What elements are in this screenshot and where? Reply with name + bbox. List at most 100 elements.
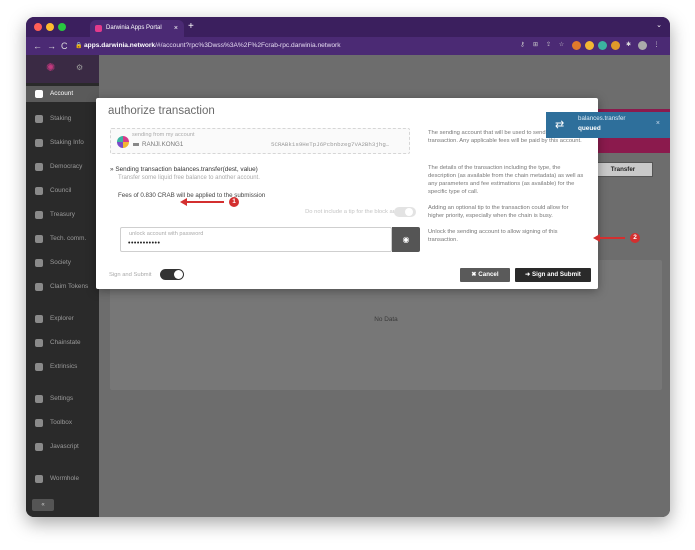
wrench-icon — [35, 419, 43, 427]
sync-icon — [35, 363, 43, 371]
sidebar-item-label: Treasury — [50, 211, 75, 218]
no-data-text: No Data — [374, 316, 398, 323]
lock-icon: 🔒 — [75, 43, 83, 49]
sidebar-item-staking[interactable]: Staking — [26, 111, 99, 127]
sidebar-item-label: Society — [50, 259, 71, 266]
sidebar-item-label: Settings — [50, 395, 74, 402]
sidebar-item-label: Explorer — [50, 315, 74, 322]
gem-icon — [35, 211, 43, 219]
address-bar: ← → C 🔒 apps.darwinia.network/#/account?… — [26, 37, 670, 55]
sitemap-icon — [35, 475, 43, 483]
sidebar-item-label: Javascript — [50, 443, 79, 450]
close-window-button[interactable] — [34, 23, 42, 31]
darwinia-favicon-icon — [95, 25, 102, 32]
tip-toggle-label: Do not include a tip for the block autho… — [305, 209, 406, 215]
menu-kebab-icon[interactable]: ⋮ — [652, 41, 661, 50]
tab-close-icon[interactable]: × — [174, 20, 178, 37]
sidebar-item-democracy[interactable]: Democracy — [26, 159, 99, 175]
url-field[interactable]: apps.darwinia.network/#/account?rpc%3Dws… — [84, 40, 341, 52]
extension-wallet-icon[interactable] — [585, 41, 594, 50]
browser-window: Darwinia Apps Portal × + ⌄ ← → C 🔒 apps.… — [26, 17, 670, 517]
sidebar-item-tech-comm[interactable]: Tech. comm. — [26, 231, 99, 247]
sidebar-item-label: Staking — [50, 115, 72, 122]
bookmark-star-icon[interactable]: ☆ — [557, 41, 566, 50]
transaction-title[interactable]: » Sending transaction balances.transfer(… — [110, 166, 258, 173]
sidebar-item-label: Account — [50, 90, 74, 97]
maximize-window-button[interactable] — [58, 23, 66, 31]
sidebar-item-chainstate[interactable]: Chainstate — [26, 335, 99, 351]
sidebar-settings-icon[interactable]: ⚙ — [76, 63, 83, 72]
sending-account-field: sending from my account RANJI.KONG1 5CRA… — [110, 128, 410, 154]
sidebar-item-settings[interactable]: Settings — [26, 391, 99, 407]
sidebar-item-extrinsics[interactable]: Extrinsics — [26, 359, 99, 375]
page-content: ✺ ⚙ Account Staking Staking Info Democra… — [26, 55, 670, 517]
translate-icon[interactable]: ⊞ — [531, 41, 540, 50]
info-icon — [35, 139, 43, 147]
sidebar-item-toolbox[interactable]: Toolbox — [26, 415, 99, 431]
cancel-button[interactable]: ✖ Cancel — [460, 268, 510, 282]
password-field[interactable]: unlock account with password ••••••••••• — [120, 227, 392, 252]
sidebar-collapse-button[interactable]: « — [32, 499, 54, 511]
shuffle-icon: ⇄ — [555, 119, 565, 131]
extension-orange-icon[interactable] — [611, 41, 620, 50]
database-icon — [35, 339, 43, 347]
annotation-badge-1: 1 — [229, 197, 239, 207]
sidebar-item-label: Staking Info — [50, 139, 84, 146]
sidebar-item-label: Extrinsics — [50, 363, 78, 370]
account-name: RANJI.KONG1 — [142, 141, 184, 148]
account-address: 5CRABk1s9HeTpJ6Pcbnbzeg7VA2Bh3jhg… — [271, 141, 390, 148]
annotation-badge-2: 2 — [630, 233, 640, 243]
darwinia-logo-icon: ✺ — [46, 62, 56, 74]
browser-titlebar: Darwinia Apps Portal × + ⌄ — [26, 17, 670, 37]
extension-fox-icon[interactable] — [572, 41, 581, 50]
back-arrow-icon[interactable]: ← — [33, 40, 42, 52]
sidebar-item-account[interactable]: Account — [26, 86, 99, 102]
transaction-status-toast: ⇄ balances.transfer queued × — [546, 112, 670, 138]
new-tab-button[interactable]: + — [188, 20, 194, 34]
sidebar-item-javascript[interactable]: Javascript — [26, 439, 99, 455]
sidebar-item-treasury[interactable]: Treasury — [26, 207, 99, 223]
sidebar-item-claim-tokens[interactable]: Claim Tokens — [26, 279, 99, 295]
transaction-description: Transfer some liquid free balance to ano… — [118, 175, 260, 181]
sidebar-item-wormhole[interactable]: Wormhole — [26, 471, 99, 487]
account-identicon-icon — [117, 136, 129, 148]
profile-avatar[interactable] — [638, 41, 647, 50]
explorer-icon — [35, 315, 43, 323]
sidebar-item-society[interactable]: Society — [26, 255, 99, 271]
reload-icon[interactable]: C — [61, 40, 68, 52]
authorize-transaction-modal: authorize transaction sending from my ac… — [96, 98, 598, 289]
forward-arrow-icon[interactable]: → — [47, 40, 56, 52]
annotation-arrow-line-1 — [186, 201, 224, 203]
url-path: /#/account?rpc%3Dwss%3A%2F%2Fcrab-rpc.da… — [155, 42, 341, 49]
sidebar-item-explorer[interactable]: Explorer — [26, 311, 99, 327]
share-icon[interactable]: ⇪ — [544, 41, 553, 50]
sidebar-item-label: Democracy — [50, 163, 83, 170]
sign-and-submit-button[interactable]: ➜ Sign and Submit — [515, 268, 591, 282]
transfer-button[interactable]: Transfer — [593, 162, 653, 177]
toast-title: balances.transfer — [578, 115, 626, 122]
tab-list-chevron-icon[interactable]: ⌄ — [656, 21, 662, 29]
extensions-puzzle-icon[interactable]: ✱ — [624, 41, 633, 50]
sidebar-item-staking-info[interactable]: Staking Info — [26, 135, 99, 151]
society-icon — [35, 259, 43, 267]
star-icon — [35, 283, 43, 291]
help-transaction-details: The details of the transaction including… — [428, 165, 584, 195]
annotation-arrow-line-2 — [599, 237, 625, 239]
sidebar-item-label: Wormhole — [50, 475, 80, 482]
sign-and-submit-toggle-label: Sign and Submit — [109, 272, 152, 278]
extension-teal-icon[interactable] — [598, 41, 607, 50]
key-icon[interactable]: ⚷ — [518, 41, 527, 50]
cogs-icon — [35, 395, 43, 403]
tip-toggle[interactable] — [394, 207, 416, 217]
modal-title: authorize transaction — [108, 105, 215, 117]
building-icon — [35, 187, 43, 195]
sidebar-item-council[interactable]: Council — [26, 183, 99, 199]
password-input[interactable]: ••••••••••• — [128, 240, 160, 247]
show-password-eye-icon[interactable]: ◉ — [392, 227, 420, 252]
minimize-window-button[interactable] — [46, 23, 54, 31]
sign-and-submit-toggle[interactable] — [160, 269, 184, 280]
transaction-title-text: Sending transaction balances.transfer(de… — [115, 166, 258, 173]
toast-close-icon[interactable]: × — [656, 120, 660, 127]
browser-tab[interactable]: Darwinia Apps Portal × — [90, 20, 184, 37]
darwinia-logo[interactable]: ✺ ⚙ — [26, 55, 99, 83]
